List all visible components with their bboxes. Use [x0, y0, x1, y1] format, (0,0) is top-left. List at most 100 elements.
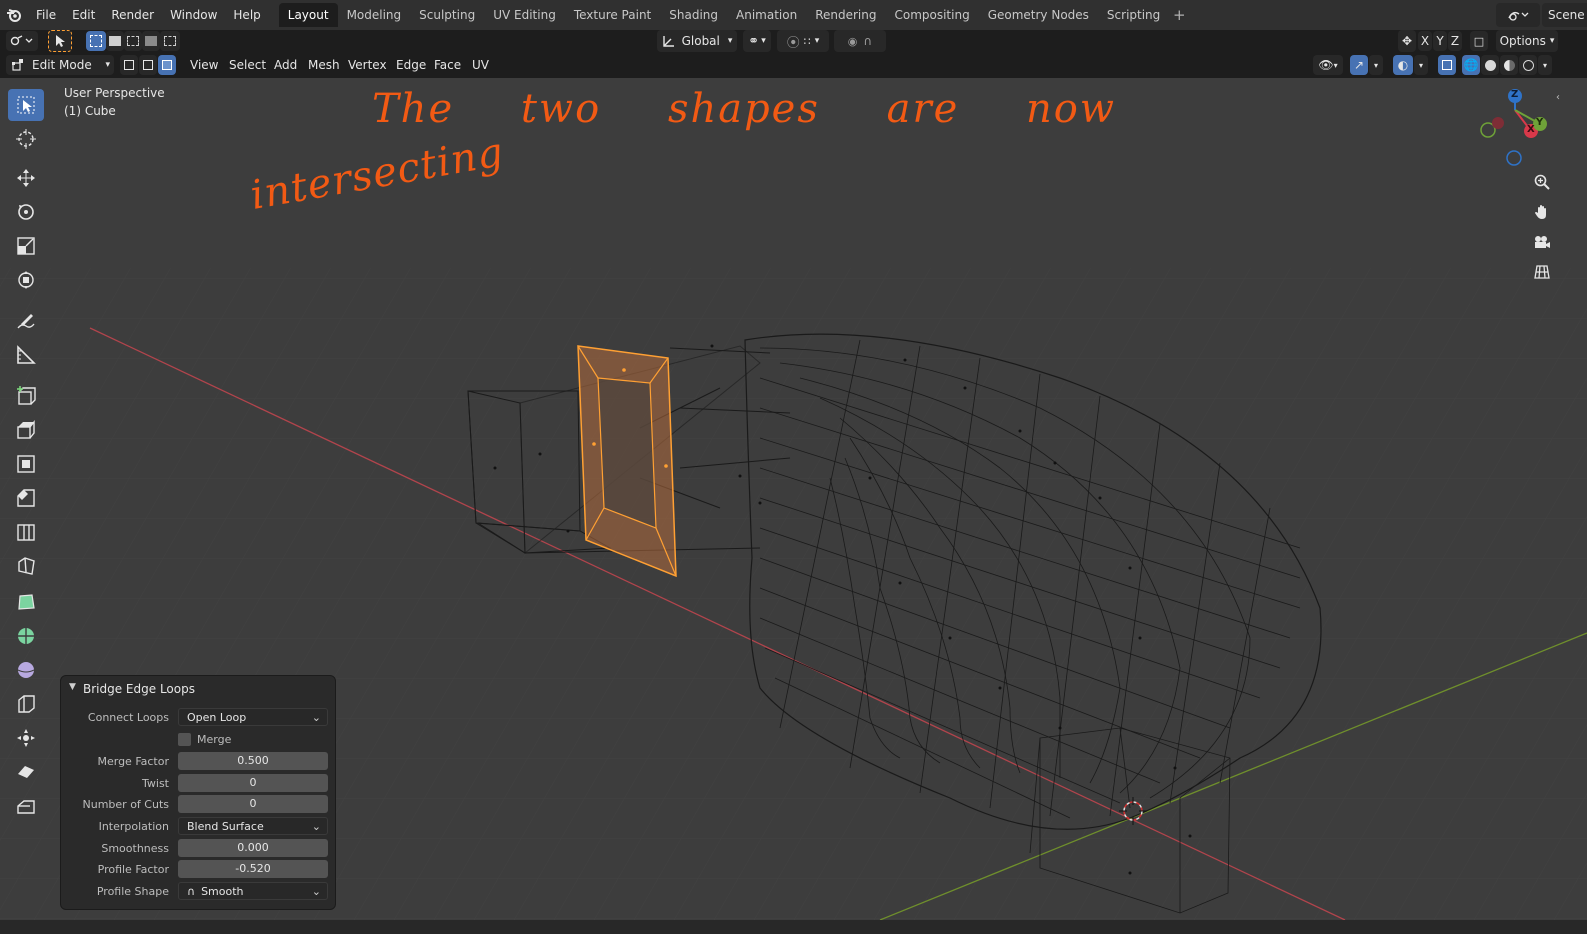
select-mode-new-button[interactable]: [86, 31, 106, 51]
gizmo-toggle-button[interactable]: ↗: [1350, 55, 1368, 75]
pan-hand-icon[interactable]: [1528, 198, 1556, 226]
profile-shape-label: Profile Shape: [96, 885, 169, 898]
menu-vertex[interactable]: Vertex: [344, 55, 391, 75]
select-mode-subtract-button[interactable]: [124, 31, 142, 51]
menu-edge[interactable]: Edge: [392, 55, 430, 75]
select-mode-intersect-button[interactable]: [160, 31, 180, 51]
menu-window[interactable]: Window: [162, 0, 225, 30]
menu-help[interactable]: Help: [225, 0, 268, 30]
menu-uv[interactable]: UV: [468, 55, 493, 75]
interpolation-dropdown[interactable]: Blend Surface ⌄: [178, 817, 328, 835]
proportional-editing-dropdown[interactable]: ◉ ∩: [834, 30, 886, 52]
rip-region-tool[interactable]: [8, 792, 44, 824]
material-shading-button[interactable]: [1500, 55, 1518, 75]
overlays-toggle-button[interactable]: ◐: [1393, 55, 1413, 75]
menu-mesh[interactable]: Mesh: [304, 55, 344, 75]
select-mode-extend-button[interactable]: [106, 31, 124, 51]
tab-texture-paint[interactable]: Texture Paint: [565, 3, 660, 27]
wireframe-shading-button[interactable]: 🌐: [1462, 55, 1480, 75]
edge-select-mode-button[interactable]: [139, 55, 157, 75]
annotate-tool[interactable]: [8, 305, 44, 337]
tab-rendering[interactable]: Rendering: [806, 3, 885, 27]
pivot-point-dropdown[interactable]: ⚭ ▾: [743, 30, 771, 52]
camera-view-icon[interactable]: [1528, 228, 1556, 256]
transform-orientation-dropdown[interactable]: Global ▾: [657, 30, 737, 52]
gizmo-dropdown[interactable]: ▾: [1369, 55, 1383, 75]
extrude-tool[interactable]: [8, 414, 44, 446]
zoom-icon[interactable]: [1528, 168, 1556, 196]
shear-tool[interactable]: [8, 756, 44, 788]
gizmo-neg-z-ball[interactable]: [1506, 150, 1522, 166]
transform-tool[interactable]: [8, 264, 44, 296]
chevron-down-icon: ▾: [1333, 60, 1338, 70]
sidebar-toggle-icon[interactable]: ‹: [1556, 92, 1560, 103]
options-dropdown[interactable]: Options ▾: [1496, 30, 1558, 52]
menu-edit[interactable]: Edit: [64, 0, 103, 30]
number-of-cuts-field[interactable]: 0: [178, 795, 328, 813]
profile-shape-dropdown[interactable]: ∩ Smooth ⌄: [178, 882, 328, 900]
xray-toggle-button[interactable]: [1438, 55, 1456, 75]
gizmo-neg-x-ball[interactable]: [1492, 117, 1504, 129]
tab-sculpting[interactable]: Sculpting: [410, 3, 484, 27]
menu-face[interactable]: Face: [430, 55, 465, 75]
scene-name-field[interactable]: Scene: [1542, 3, 1587, 27]
collapse-arrow-icon[interactable]: ▼: [69, 682, 76, 692]
tab-scripting[interactable]: Scripting: [1098, 3, 1169, 27]
scale-tool[interactable]: [8, 230, 44, 262]
rendered-shading-button[interactable]: [1519, 55, 1537, 75]
auto-merge-icon[interactable]: □: [1470, 31, 1488, 51]
menu-view[interactable]: View: [186, 55, 222, 75]
select-tool-button[interactable]: [48, 30, 72, 52]
solid-shading-button[interactable]: [1481, 55, 1499, 75]
measure-tool[interactable]: [8, 339, 44, 371]
menu-select[interactable]: Select: [225, 55, 270, 75]
face-select-mode-button[interactable]: [158, 55, 176, 75]
menu-render[interactable]: Render: [103, 0, 162, 30]
tab-layout[interactable]: Layout: [278, 3, 338, 27]
merge-checkbox[interactable]: [178, 733, 191, 746]
smoothness-field[interactable]: 0.000: [178, 839, 328, 857]
mirror-y-button[interactable]: Y: [1433, 31, 1447, 51]
overlays-dropdown[interactable]: ▾: [1414, 55, 1428, 75]
tab-compositing[interactable]: Compositing: [885, 3, 978, 27]
poly-build-tool[interactable]: [8, 586, 44, 618]
tab-shading[interactable]: Shading: [660, 3, 727, 27]
shrink-fatten-tool[interactable]: [8, 722, 44, 754]
tab-modeling[interactable]: Modeling: [338, 3, 411, 27]
tab-animation[interactable]: Animation: [727, 3, 806, 27]
menu-file[interactable]: File: [28, 0, 64, 30]
blender-logo-icon[interactable]: [0, 0, 28, 30]
add-workspace-button[interactable]: +: [1169, 0, 1189, 30]
shading-dropdown[interactable]: ▾: [1538, 55, 1552, 75]
move-tool[interactable]: [8, 162, 44, 194]
smooth-tool[interactable]: [8, 654, 44, 686]
snapping-dropdown[interactable]: ⦿ ∷ ▾: [777, 30, 829, 52]
connect-loops-dropdown[interactable]: Open Loop ⌄: [178, 708, 328, 726]
rotate-tool[interactable]: [8, 196, 44, 228]
mirror-x-button[interactable]: X: [1418, 31, 1432, 51]
profile-factor-field[interactable]: -0.520: [178, 860, 328, 878]
mirror-z-button[interactable]: Z: [1448, 31, 1462, 51]
merge-factor-field[interactable]: 0.500: [178, 752, 328, 770]
cursor-tool[interactable]: [8, 123, 44, 155]
visibility-dropdown[interactable]: 👁 ▾: [1313, 55, 1343, 75]
select-box-tool[interactable]: [8, 89, 44, 121]
mirror-icon[interactable]: ✥: [1398, 30, 1416, 52]
tab-uv-editing[interactable]: UV Editing: [484, 3, 565, 27]
select-mode-invert-button[interactable]: [142, 31, 160, 51]
editor-type-button[interactable]: [6, 31, 38, 51]
twist-field[interactable]: 0: [178, 774, 328, 792]
inset-faces-tool[interactable]: [8, 448, 44, 480]
bevel-tool[interactable]: [8, 482, 44, 514]
mode-dropdown[interactable]: Edit Mode ▾: [6, 55, 114, 75]
spin-tool[interactable]: [8, 620, 44, 652]
menu-add[interactable]: Add: [270, 55, 301, 75]
loop-cut-tool[interactable]: [8, 516, 44, 548]
scene-browse-button[interactable]: [1496, 3, 1540, 27]
tab-geometry-nodes[interactable]: Geometry Nodes: [979, 3, 1098, 27]
add-cube-tool[interactable]: [8, 380, 44, 412]
perspective-grid-icon[interactable]: [1528, 258, 1556, 286]
knife-tool[interactable]: [8, 550, 44, 582]
edge-slide-tool[interactable]: [8, 688, 44, 720]
vertex-select-mode-button[interactable]: [120, 55, 138, 75]
